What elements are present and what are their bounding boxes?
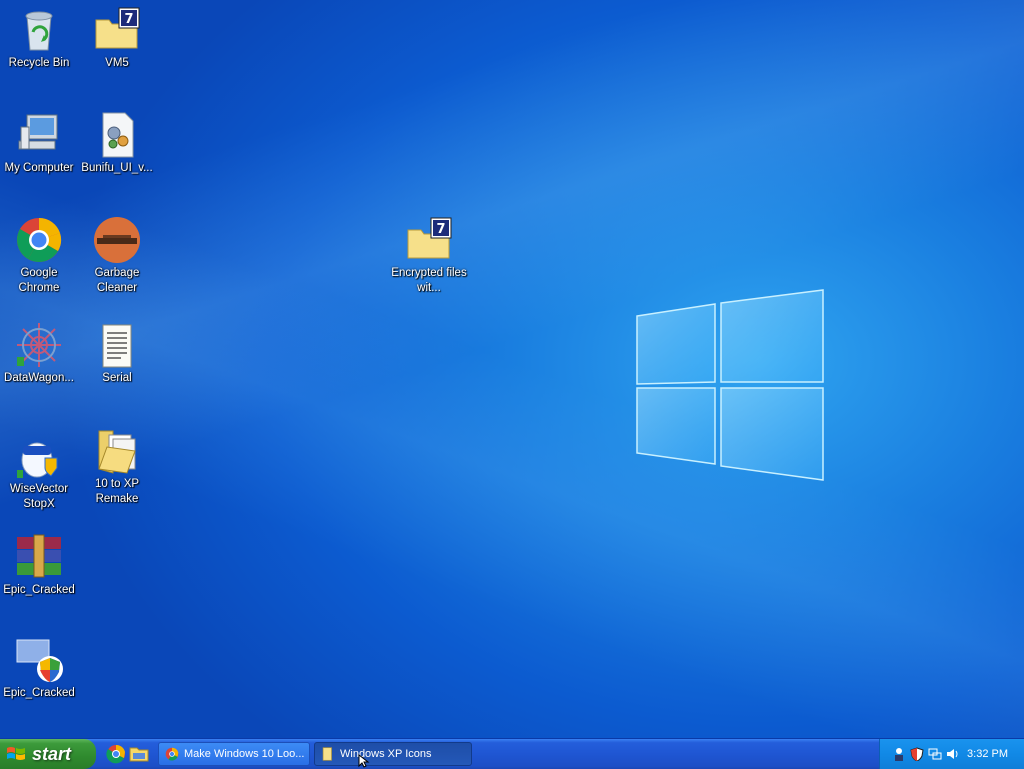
start-button[interactable]: start [0,739,96,769]
icon-label: Recycle Bin [8,57,70,69]
system-tray: 3:32 PM [879,739,1024,769]
chrome-icon[interactable] [106,744,126,764]
winrar-archive-icon [17,534,61,578]
garbage-cleaner-icon [94,217,140,263]
wisevector-icon [17,442,58,478]
svg-text:7: 7 [436,222,445,237]
folder-7zip-icon: 7 [95,7,140,49]
icon-label: Encrypted files wit... [391,267,467,294]
volume-icon[interactable] [946,747,960,761]
shield-icon[interactable] [910,747,924,761]
desktop-icon-garbage-cleaner[interactable]: Garbage Cleaner [79,216,155,296]
taskbar-window-label: Windows XP Icons [340,748,432,760]
icon-label: My Computer [4,162,74,174]
icon-label: Bunifu_UI_v... [81,162,153,174]
icon-label: Serial [102,372,132,384]
taskbar: start Make Windows 10 Loo... Windows XP … [0,738,1024,769]
desktop-icon-datawagon[interactable]: DataWagon... [1,321,77,386]
desktop-icon-10-to-xp-remake[interactable]: 10 to XP Remake [79,427,155,507]
chrome-icon [17,217,62,262]
taskbar-window-label: Make Windows 10 Loo... [184,748,305,760]
start-label: start [32,743,72,764]
windows-flag-icon [7,747,25,760]
desktop-icon-epic-cracked-shortcut[interactable]: Epic_Cracked [1,636,77,701]
desktop-icon-my-computer[interactable]: My Computer [1,111,77,176]
mouse-cursor-icon [358,754,370,768]
icon-label: Garbage Cleaner [94,267,140,294]
chrome-icon [165,747,179,761]
taskbar-window-chrome[interactable]: Make Windows 10 Loo... [158,742,310,766]
icon-label: Epic_Cracked [3,584,75,596]
desktop-icon-encrypted-files[interactable]: 7 Encrypted files wit... [391,216,467,296]
clock[interactable]: 3:32 PM [967,748,1008,760]
desktop-icon-google-chrome[interactable]: Google Chrome [1,216,77,296]
folder-icon[interactable] [129,744,149,764]
icon-label: 10 to XP Remake [94,478,140,505]
desktop-icon-bunifu[interactable]: Bunifu_UI_v... [79,111,155,176]
desktop-icon-serial[interactable]: Serial [79,321,155,386]
taskbar-window-xp-icons[interactable]: Windows XP Icons [314,742,472,766]
datawagon-icon [17,323,61,367]
folder-7zip-icon: 7 [407,217,452,259]
icon-label: Google Chrome [18,267,60,294]
text-document-icon [102,324,132,368]
svg-text:7: 7 [124,12,133,27]
icon-label: Epic_Cracked [3,687,75,699]
desktop-icon-epic-cracked-archive[interactable]: Epic_Cracked [1,533,77,598]
windows-logo [636,289,824,481]
icon-label: DataWagon... [4,372,74,384]
folder-icon [322,747,332,761]
my-computer-icon [18,114,58,150]
icon-label: VM5 [105,57,129,69]
desktop-icon-vm5[interactable]: 7 VM5 [79,6,155,71]
setup-file-icon [102,112,134,158]
recycle-bin-icon [25,11,53,51]
desktop-icon-recycle-bin[interactable]: Recycle Bin [1,6,77,71]
folder-documents-icon [98,430,136,474]
network-user-icon[interactable] [892,747,906,761]
desktop-icon-wisevector[interactable]: WiseVector StopX [1,432,77,512]
shield-shortcut-icon [16,639,63,682]
icon-label: WiseVector StopX [9,483,69,510]
network-icon[interactable] [928,747,942,761]
